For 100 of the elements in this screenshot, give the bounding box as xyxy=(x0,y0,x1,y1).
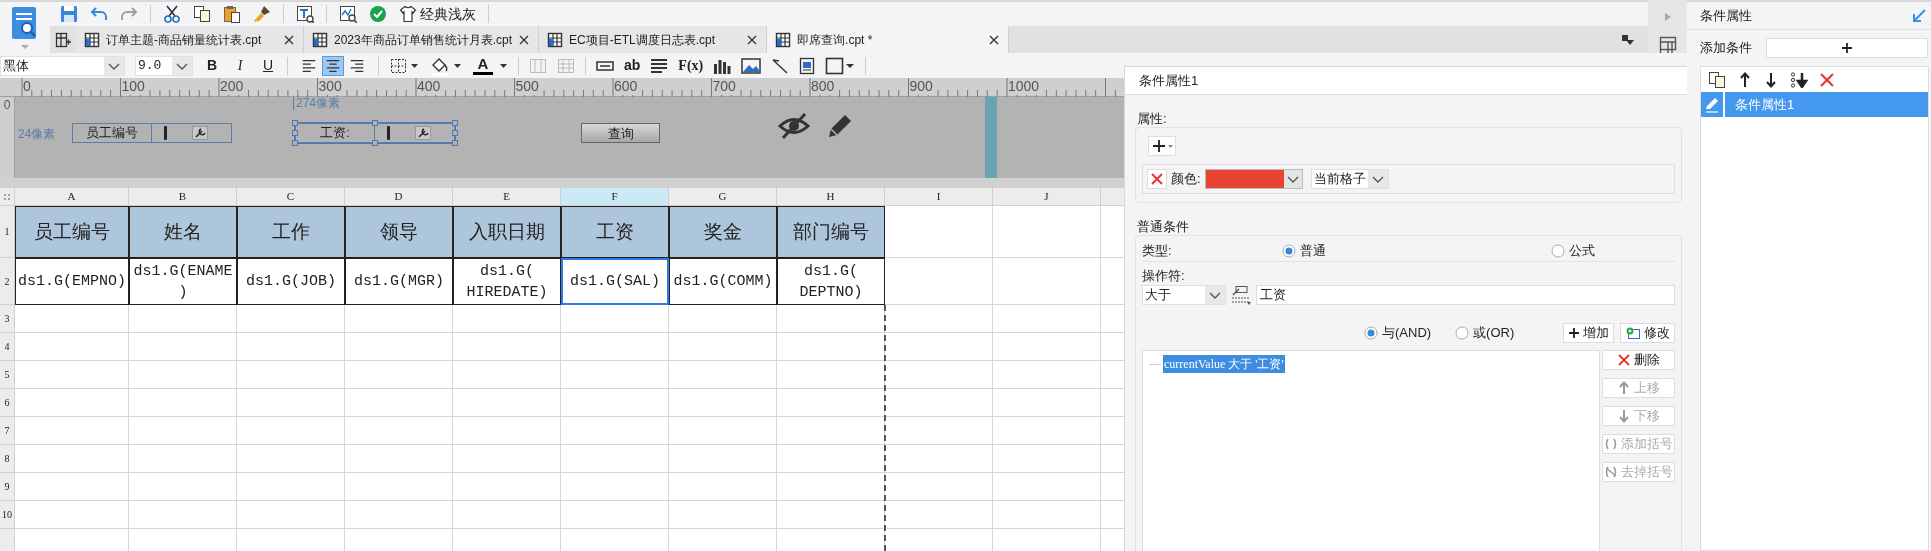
wrench-icon xyxy=(192,126,208,140)
text-style-button[interactable]: B xyxy=(203,55,221,76)
add-dropdown-icon[interactable] xyxy=(1148,136,1176,156)
value-type-icon[interactable] xyxy=(1230,285,1252,305)
report-grid-icon[interactable] xyxy=(1658,36,1677,54)
close-icon[interactable] xyxy=(283,33,295,46)
row-header[interactable]: 8 xyxy=(0,445,15,473)
add-button[interactable]: 增加 xyxy=(1563,323,1614,343)
ruler-label: 800 xyxy=(811,78,835,95)
tab[interactable]: 2023年商品订单销售统计月表.cpt xyxy=(304,26,540,53)
table-cell: ds1.G( HIREDATE) xyxy=(453,258,561,305)
font-select[interactable]: 黑体 xyxy=(0,55,125,76)
chevron-down-icon xyxy=(172,56,192,75)
color-picker[interactable] xyxy=(1204,169,1303,189)
text-cell-button[interactable]: ab xyxy=(624,55,641,76)
dropdown-menu-icon[interactable] xyxy=(1621,33,1635,46)
tab[interactable]: EC项目-ETL调度日志表.cpt xyxy=(539,26,768,53)
table-cell: ds1.G(EMPNO) xyxy=(15,258,129,305)
merge-cells-icon xyxy=(529,57,547,74)
move-bottom-icon[interactable] xyxy=(1790,71,1808,88)
paste-icon[interactable] xyxy=(223,5,241,24)
ruler-label: 0 xyxy=(3,98,11,114)
eye-slash-icon[interactable] xyxy=(777,111,811,141)
panel-title: 条件属性 xyxy=(1700,6,1752,25)
chevron-down-icon xyxy=(1205,286,1225,304)
delete-icon[interactable] xyxy=(1820,72,1834,87)
width-hint: 274像素 xyxy=(293,97,341,110)
row-header[interactable]: 9 xyxy=(0,473,15,501)
table-cell: ds1.G(COMM) xyxy=(669,258,777,305)
border-icon[interactable] xyxy=(389,56,419,75)
preview-icon[interactable] xyxy=(339,5,357,24)
tab[interactable]: 即席查询.cpt * xyxy=(767,26,1010,53)
row-header[interactable]: 4 xyxy=(0,333,15,361)
font-color-button[interactable]: A xyxy=(473,56,508,75)
table-cell: 工作 xyxy=(237,206,345,258)
table-cell: 工资 xyxy=(561,206,669,258)
align-icon[interactable] xyxy=(322,55,344,76)
table-cell: ds1.G( DEPTNO) xyxy=(777,258,885,305)
radio-option[interactable]: 普通 xyxy=(1282,240,1326,261)
value-field[interactable]: 工资 xyxy=(1256,285,1675,305)
height-hint: 24像素 xyxy=(18,126,56,143)
row-header[interactable]: 1 xyxy=(0,206,15,258)
close-icon[interactable] xyxy=(746,33,759,46)
wrench-icon xyxy=(415,126,431,140)
row-header[interactable]: 2 xyxy=(0,258,15,305)
text-search-icon[interactable] xyxy=(296,5,314,24)
scope-select[interactable]: 当前格子 xyxy=(1310,169,1389,189)
tab[interactable]: 订单主题-商品销量统计表.cpt xyxy=(76,26,304,53)
section-label: 普通条件 xyxy=(1137,218,1190,235)
row-header[interactable]: 6 xyxy=(0,389,15,417)
radio-option[interactable]: 与(AND) xyxy=(1364,323,1432,343)
operator-select[interactable]: 大于 xyxy=(1142,285,1226,305)
resize-handle[interactable] xyxy=(372,120,378,126)
arrow-down-icon[interactable] xyxy=(1764,71,1778,88)
query-button[interactable]: 查询 xyxy=(581,123,660,143)
radio-option[interactable]: 公式 xyxy=(1551,240,1595,261)
parentheses-icon xyxy=(1604,437,1619,451)
text-style-button[interactable]: I xyxy=(231,55,249,76)
font-size-select[interactable]: 9.0 xyxy=(135,55,193,76)
close-icon[interactable] xyxy=(518,33,531,46)
radio-option[interactable]: 或(OR) xyxy=(1455,323,1515,343)
bar-chart-icon[interactable] xyxy=(713,57,732,74)
arrow-up-icon[interactable] xyxy=(1738,71,1752,88)
lines-icon[interactable] xyxy=(650,57,669,74)
chevron-down-icon xyxy=(1367,170,1388,188)
column-header[interactable]: F xyxy=(561,188,669,206)
resize-handle[interactable] xyxy=(372,140,378,146)
row-header[interactable]: 5 xyxy=(0,361,15,389)
table-cell: 领导 xyxy=(345,206,453,258)
ruler-label: 500 xyxy=(515,78,539,95)
side-button[interactable]: 删除 xyxy=(1602,350,1675,370)
image-icon[interactable] xyxy=(741,57,762,74)
check-icon[interactable] xyxy=(369,5,387,24)
save-icon[interactable] xyxy=(60,5,78,24)
slash-icon[interactable] xyxy=(771,57,790,74)
page-icon[interactable] xyxy=(799,56,816,75)
property-label: 颜色: xyxy=(1171,170,1201,189)
column-header[interactable]: J xyxy=(993,188,1101,206)
grip-icon[interactable] xyxy=(3,192,11,201)
close-icon[interactable] xyxy=(988,33,1001,46)
formula-button[interactable]: F(x) xyxy=(678,55,704,76)
add-report-icon[interactable] xyxy=(55,31,71,48)
copy-icon[interactable] xyxy=(193,5,211,24)
text-style-button[interactable]: U xyxy=(259,55,277,76)
modify-button[interactable]: 修改 xyxy=(1620,323,1675,343)
collapse-arrow-icon[interactable] xyxy=(1911,7,1927,24)
copy-icon[interactable] xyxy=(1708,70,1726,89)
column-header[interactable]: I xyxy=(885,188,993,206)
row-header[interactable]: 3 xyxy=(0,305,15,333)
brush-icon[interactable] xyxy=(253,5,271,24)
row-header[interactable]: 10 xyxy=(0,501,15,529)
row-header[interactable]: 7 xyxy=(0,417,15,445)
caret-icon xyxy=(499,62,508,69)
cut-icon[interactable] xyxy=(163,5,181,24)
split-cells-icon xyxy=(557,57,575,74)
arrow-down-icon xyxy=(1617,409,1632,423)
theme-button[interactable]: 经典浅灰 xyxy=(399,3,476,25)
border-box-icon[interactable] xyxy=(825,56,856,75)
report-icon xyxy=(775,31,792,48)
text-field-icon[interactable] xyxy=(596,60,614,71)
